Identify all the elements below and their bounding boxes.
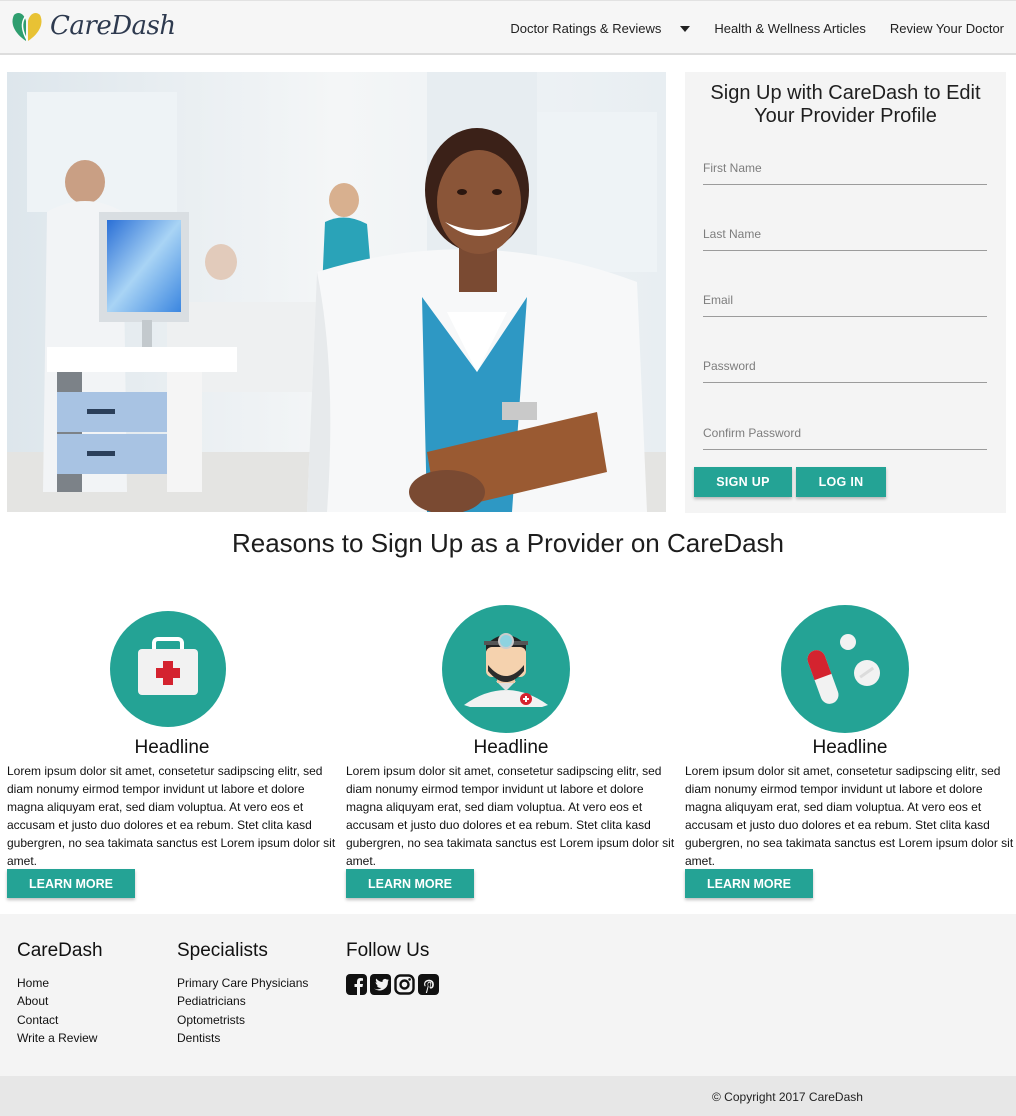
confirm-password-input[interactable] xyxy=(703,416,987,449)
nav-doctor-ratings[interactable]: Doctor Ratings & Reviews xyxy=(510,21,691,36)
reason-text: Lorem ipsum dolor sit amet, consetetur s… xyxy=(685,764,1014,868)
footer-link-optometrists[interactable]: Optometrists xyxy=(177,1011,308,1029)
last-name-input[interactable] xyxy=(703,217,987,250)
footer-column-title: Specialists xyxy=(177,940,268,961)
footer-follow-column: Follow Us xyxy=(346,940,439,995)
footer-link-primary-care[interactable]: Primary Care Physicians xyxy=(177,974,308,992)
caredash-logo[interactable]: CareDash xyxy=(8,6,176,46)
footer-link-dentists[interactable]: Dentists xyxy=(177,1029,308,1047)
login-button[interactable]: LOG IN xyxy=(796,467,886,497)
reason-headline: Headline xyxy=(134,737,210,758)
copyright-bar: © Copyright 2017 CareDash xyxy=(0,1076,1016,1116)
signup-button[interactable]: SIGN UP xyxy=(694,467,792,497)
learn-more-button[interactable]: LEARN MORE xyxy=(346,869,474,898)
reason-text: Lorem ipsum dolor sit amet, consetetur s… xyxy=(346,764,675,868)
nav-review-doctor[interactable]: Review Your Doctor xyxy=(890,21,1004,36)
pills-icon xyxy=(781,605,909,733)
facebook-icon[interactable] xyxy=(346,974,367,995)
learn-more-button[interactable]: LEARN MORE xyxy=(7,869,135,898)
site-header: CareDash Doctor Ratings & Reviews Health… xyxy=(0,0,1016,55)
nav-health-articles[interactable]: Health & Wellness Articles xyxy=(714,21,866,36)
main-nav: Doctor Ratings & Reviews Health & Wellne… xyxy=(510,1,1004,56)
email-input[interactable] xyxy=(703,283,987,316)
learn-more-button[interactable]: LEARN MORE xyxy=(685,869,813,898)
site-footer: CareDash Home About Contact Write a Revi… xyxy=(0,914,1016,1076)
footer-column-title: Follow Us xyxy=(346,940,430,961)
doctor-photo-illustration xyxy=(7,72,666,512)
reason-text: Lorem ipsum dolor sit amet, consetetur s… xyxy=(7,764,336,868)
leaf-heart-icon xyxy=(12,13,42,41)
email-field[interactable] xyxy=(703,283,987,317)
footer-link-pediatricians[interactable]: Pediatricians xyxy=(177,992,308,1010)
confirm-password-field[interactable] xyxy=(703,416,987,450)
twitter-icon[interactable] xyxy=(370,974,391,995)
doctor-icon xyxy=(442,605,570,733)
signup-title: Sign Up with CareDash to Edit Your Provi… xyxy=(710,82,981,127)
medical-kit-icon xyxy=(110,611,226,727)
signup-panel: Sign Up with CareDash to Edit Your Provi… xyxy=(685,72,1006,513)
password-input[interactable] xyxy=(703,349,987,382)
nav-label: Doctor Ratings & Reviews xyxy=(510,21,662,36)
reason-headline: Headline xyxy=(812,737,888,758)
nav-label: Review Your Doctor xyxy=(889,21,1004,36)
first-name-field[interactable] xyxy=(703,151,987,185)
footer-link-home[interactable]: Home xyxy=(17,974,103,992)
footer-link-write-review[interactable]: Write a Review xyxy=(17,1029,103,1047)
footer-column-title: CareDash xyxy=(17,940,103,961)
logo-text: CareDash xyxy=(50,11,176,41)
caret-down-icon[interactable] xyxy=(680,25,691,32)
footer-link-about[interactable]: About xyxy=(17,992,103,1010)
reason-headline: Headline xyxy=(473,737,549,758)
footer-specialists-column: Specialists Primary Care Physicians Pedi… xyxy=(177,940,308,1047)
copyright-text: © Copyright 2017 CareDash xyxy=(712,1090,863,1104)
pinterest-icon[interactable] xyxy=(418,974,439,995)
footer-caredash-column: CareDash Home About Contact Write a Revi… xyxy=(17,940,103,1047)
last-name-field[interactable] xyxy=(703,217,987,251)
reasons-title: Reasons to Sign Up as a Provider on Care… xyxy=(231,528,785,558)
password-field[interactable] xyxy=(703,349,987,383)
hero-image xyxy=(7,72,666,512)
social-links xyxy=(346,974,439,995)
footer-link-contact[interactable]: Contact xyxy=(17,1011,103,1029)
nav-label: Health & Wellness Articles xyxy=(714,21,866,36)
instagram-icon[interactable] xyxy=(394,974,415,995)
first-name-input[interactable] xyxy=(703,151,987,184)
